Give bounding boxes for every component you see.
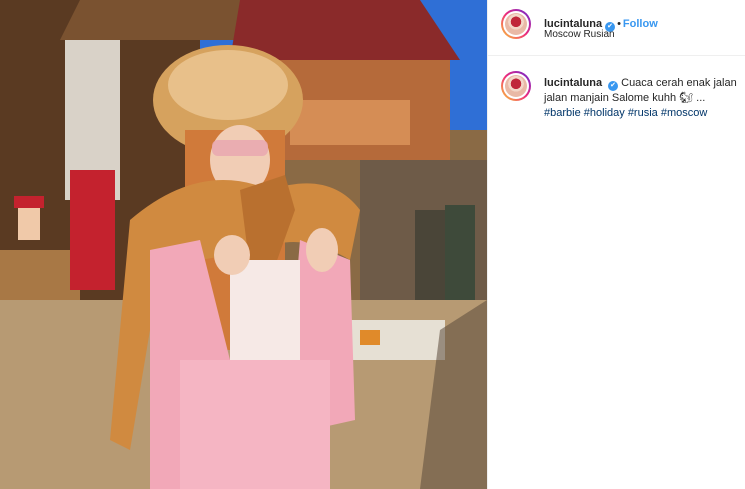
roof-right bbox=[230, 0, 460, 60]
photo-illustration bbox=[0, 0, 487, 489]
post-photo[interactable] bbox=[0, 0, 487, 489]
hashtag-link[interactable]: #rusia bbox=[628, 107, 658, 119]
post-header: lucintaluna ✔ • Follow Moscow Rusian bbox=[488, 0, 745, 56]
caption-text-block: lucintaluna ✔ Cuaca cerah enak jalan jala… bbox=[544, 76, 740, 121]
hashtag-link[interactable]: #holiday bbox=[584, 107, 625, 119]
bystander bbox=[415, 210, 445, 300]
caption-username-link[interactable]: lucintaluna bbox=[544, 77, 602, 89]
post-side-panel: lucintaluna ✔ • Follow Moscow Rusian lucint… bbox=[487, 0, 745, 489]
follow-button[interactable]: Follow bbox=[623, 18, 658, 30]
caption-avatar[interactable] bbox=[501, 71, 531, 101]
verified-badge-icon: ✔ bbox=[608, 81, 619, 91]
hashtag-link[interactable]: #moscow bbox=[661, 107, 707, 119]
separator-dot: • bbox=[617, 18, 621, 30]
instagram-post: lucintaluna ✔ • Follow Moscow Rusian lucint… bbox=[0, 0, 745, 489]
location-link[interactable]: Moscow Rusian bbox=[544, 29, 615, 40]
hashtag-link[interactable]: #barbie bbox=[544, 107, 581, 119]
pink-trousers bbox=[180, 360, 330, 489]
profile-avatar[interactable] bbox=[501, 9, 531, 39]
